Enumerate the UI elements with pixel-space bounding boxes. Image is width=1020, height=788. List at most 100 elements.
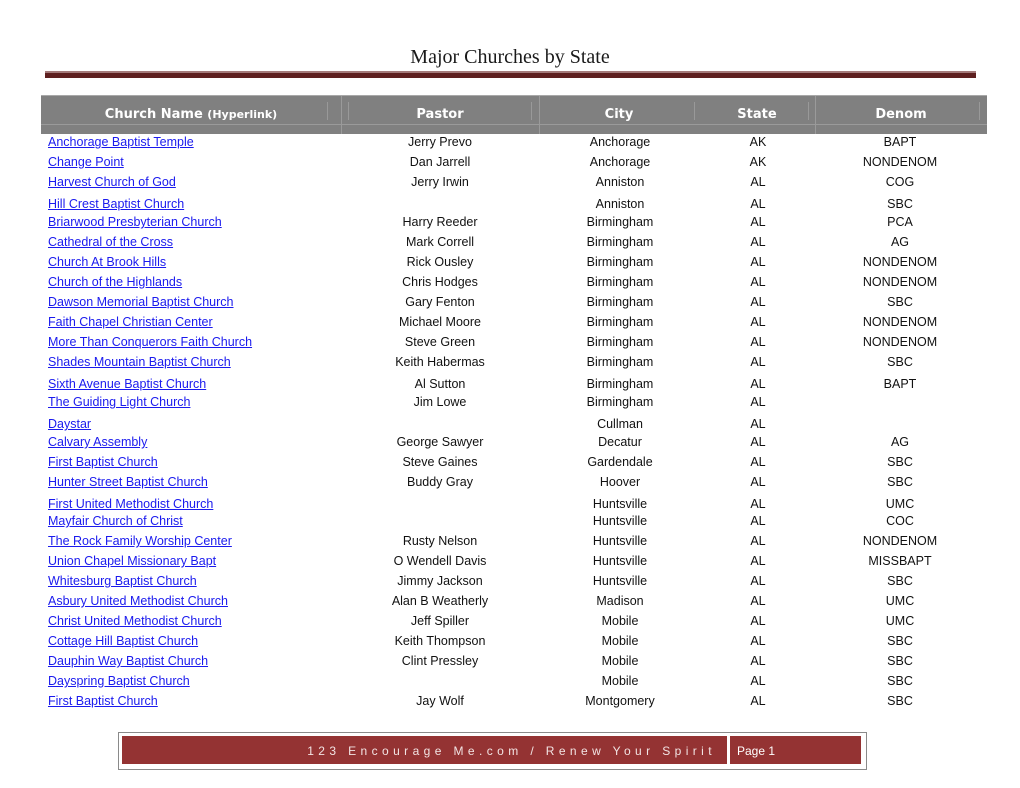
cell-denom: SBC (887, 475, 913, 489)
church-link[interactable]: Hill Crest Baptist Church (48, 197, 184, 211)
footer-divider (727, 736, 730, 764)
table-row: Cathedral of the Cross Mark Correll Birmin… (0, 235, 1020, 253)
church-link[interactable]: First Baptist Church (48, 455, 158, 469)
cell-state: AL (750, 497, 766, 511)
cell-state: AK (749, 155, 767, 169)
header-denom: Denom (875, 107, 927, 122)
table-row: The Guiding Light Church Jim Lowe Birmingh… (0, 395, 1020, 413)
cell-state: AL (750, 614, 766, 628)
church-link[interactable]: Dauphin Way Baptist Church (48, 654, 208, 668)
church-link[interactable]: Union Chapel Missionary Bapt (48, 554, 216, 568)
cell-denom: UMC (885, 497, 915, 511)
church-link[interactable]: Dawson Memorial Baptist Church (48, 295, 234, 309)
cell-denom: SBC (887, 455, 913, 469)
church-link[interactable]: Faith Chapel Christian Center (48, 315, 213, 329)
church-link[interactable]: Dayspring Baptist Church (48, 674, 190, 688)
church-link[interactable]: Church At Brook Hills (48, 255, 166, 269)
table-row: Change Point Dan Jarrell Anchorage AK NONDEN… (0, 155, 1020, 173)
cell-city: Huntsville (592, 574, 648, 588)
header-hyperlink-note: (Hyperlink) (207, 108, 278, 121)
cell-city: Montgomery (585, 694, 655, 708)
church-link[interactable]: The Rock Family Worship Center (48, 534, 232, 548)
cell-state: AL (750, 674, 766, 688)
footer-tagline: 123 Encourage Me.com / Renew Your Spirit (307, 744, 716, 758)
table-row: Dauphin Way Baptist Church Clint Pressley… (0, 654, 1020, 672)
table-row: Whitesburg Baptist Church Jimmy Jackson Hu… (0, 574, 1020, 592)
cell-pastor: Mark Correll (405, 235, 475, 249)
church-link[interactable]: Church of the Highlands (48, 275, 182, 289)
church-link[interactable]: Anchorage Baptist Temple (48, 135, 194, 149)
church-link[interactable]: Harvest Church of God (48, 175, 176, 189)
table-row: Asbury United Methodist Church Alan B Wea… (0, 594, 1020, 612)
cell-city: Mobile (601, 654, 639, 668)
table-row: Faith Chapel Christian Center Michael Moo… (0, 315, 1020, 333)
cell-city: Birmingham (586, 355, 654, 369)
cell-denom: NONDENOM (862, 335, 938, 349)
footer-band: 123 Encourage Me.com / Renew Your Spirit… (122, 736, 861, 764)
church-link[interactable]: First United Methodist Church (48, 497, 213, 511)
church-link[interactable]: Mayfair Church of Christ (48, 514, 183, 528)
cell-state: AL (750, 295, 766, 309)
church-link[interactable]: Briarwood Presbyterian Church (48, 215, 222, 229)
divider-bar (45, 73, 976, 78)
header-church-name-label: Church Name (104, 107, 203, 122)
cell-city: Anchorage (589, 135, 651, 149)
church-link[interactable]: Sixth Avenue Baptist Church (48, 377, 206, 391)
church-link[interactable]: First Baptist Church (48, 694, 158, 708)
cell-city: Huntsville (592, 514, 648, 528)
header-pastor: Pastor (416, 107, 464, 122)
cell-denom: NONDENOM (862, 534, 938, 548)
header-subline (41, 124, 987, 125)
church-link[interactable]: More Than Conquerors Faith Church (48, 335, 252, 349)
cell-state: AL (750, 534, 766, 548)
church-link[interactable]: Shades Mountain Baptist Church (48, 355, 231, 369)
header-separator (531, 102, 532, 120)
cell-denom: SBC (887, 694, 913, 708)
cell-denom: MISSBAPT (868, 554, 932, 568)
table-header: Church Name (Hyperlink) Pastor City Stat… (41, 95, 987, 134)
cell-city: Decatur (598, 435, 642, 449)
table-row: Anchorage Baptist Temple Jerry Prevo Ancho… (0, 135, 1020, 153)
cell-pastor: Rusty Nelson (402, 534, 478, 548)
cell-city: Huntsville (592, 534, 648, 548)
cell-pastor: Al Sutton (414, 377, 466, 391)
cell-denom: SBC (887, 674, 913, 688)
title-divider (45, 71, 976, 78)
church-link[interactable]: Asbury United Methodist Church (48, 594, 228, 608)
church-link[interactable]: Cottage Hill Baptist Church (48, 634, 198, 648)
church-link[interactable]: Whitesburg Baptist Church (48, 574, 197, 588)
page-title: Major Churches by State (410, 46, 610, 68)
cell-city: Madison (596, 594, 644, 608)
church-link[interactable]: The Guiding Light Church (48, 395, 190, 409)
cell-denom: NONDENOM (862, 275, 938, 289)
cell-state: AL (750, 634, 766, 648)
table-row: More Than Conquerors Faith Church Steve G… (0, 335, 1020, 353)
cell-state: AL (750, 275, 766, 289)
cell-state: AL (750, 175, 766, 189)
church-link[interactable]: Cathedral of the Cross (48, 235, 173, 249)
cell-city: Birmingham (586, 215, 654, 229)
church-link[interactable]: Christ United Methodist Church (48, 614, 222, 628)
table-row: Hunter Street Baptist Church Buddy Gray Ho… (0, 475, 1020, 493)
cell-state: AL (750, 475, 766, 489)
cell-state: AL (750, 455, 766, 469)
cell-pastor: Jerry Irwin (411, 175, 469, 189)
cell-pastor: Jeff Spiller (410, 614, 470, 628)
cell-denom: COG (885, 175, 915, 189)
church-link[interactable]: Change Point (48, 155, 124, 169)
cell-city: Birmingham (586, 395, 654, 409)
cell-denom: SBC (887, 654, 913, 668)
cell-denom: NONDENOM (862, 255, 938, 269)
cell-pastor: Steve Gaines (402, 455, 478, 469)
cell-denom: AG (890, 435, 910, 449)
cell-denom: PCA (887, 215, 913, 229)
cell-city: Gardendale (587, 455, 653, 469)
church-link[interactable]: Daystar (48, 417, 91, 431)
table-row: First Baptist Church Jay Wolf Montgomery AL… (0, 694, 1020, 712)
cell-city: Mobile (601, 634, 639, 648)
church-link[interactable]: Calvary Assembly (48, 435, 147, 449)
cell-state: AL (750, 574, 766, 588)
cell-pastor: Jerry Prevo (408, 135, 472, 149)
table-row: Shades Mountain Baptist Church Keith Habe… (0, 355, 1020, 373)
church-link[interactable]: Hunter Street Baptist Church (48, 475, 208, 489)
